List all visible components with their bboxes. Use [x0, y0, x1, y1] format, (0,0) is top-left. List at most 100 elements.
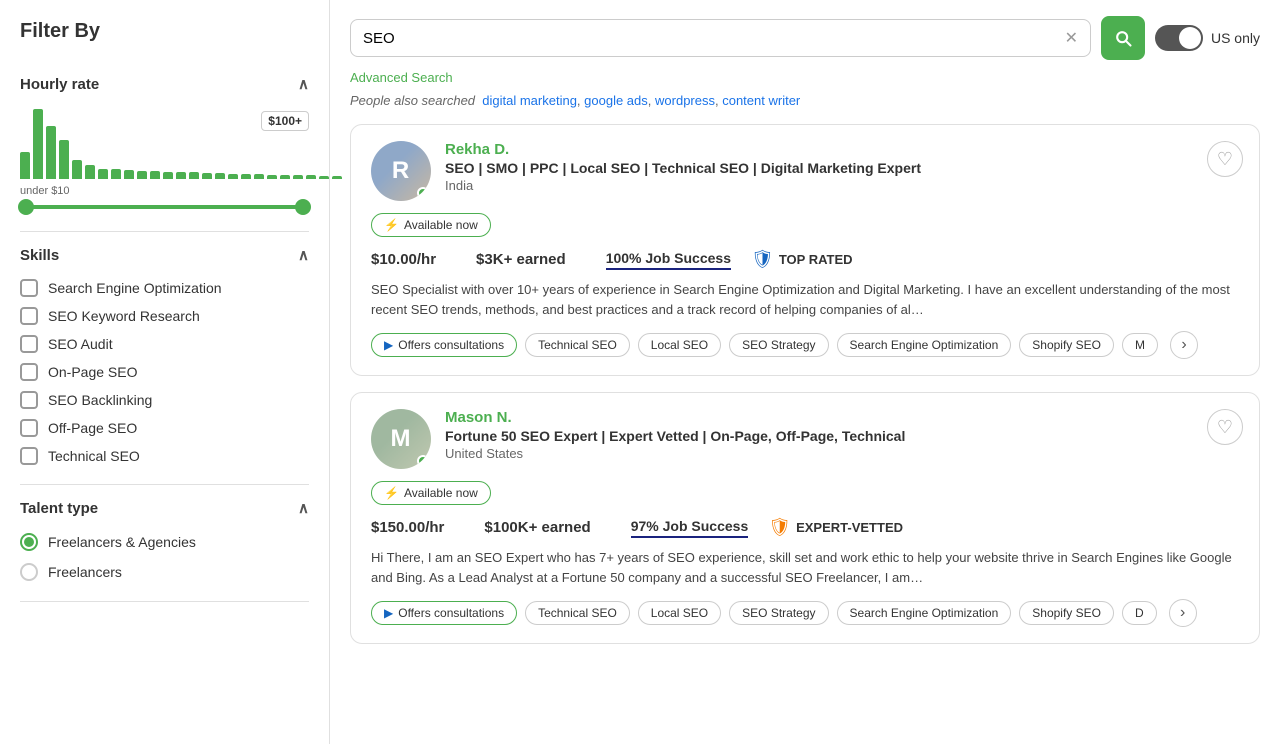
skill-checkbox[interactable] [20, 307, 38, 325]
avatar: R [371, 141, 431, 201]
skill-tag[interactable]: Technical SEO [525, 333, 630, 357]
advanced-search-link[interactable]: Advanced Search [350, 70, 1260, 85]
tags-row: ▶ Offers consultations Technical SEO Loca… [371, 599, 1239, 627]
top-rated-badge: 🛡 TOP RATED [751, 249, 853, 270]
us-only-label: US only [1211, 30, 1260, 46]
skill-item[interactable]: Technical SEO [20, 442, 309, 470]
skills-list: Search Engine Optimization SEO Keyword R… [20, 274, 309, 470]
talent-type-label: Talent type [20, 500, 98, 517]
skill-tag[interactable]: Local SEO [638, 601, 721, 625]
chart-bar [163, 172, 173, 179]
suggestion-link[interactable]: digital marketing [482, 93, 577, 108]
skill-checkbox[interactable] [20, 391, 38, 409]
chart-bar [98, 169, 108, 179]
skill-tag[interactable]: Search Engine Optimization [837, 333, 1012, 357]
talent-type-option-label: Freelancers & Agencies [48, 534, 196, 550]
talent-list: Freelancers & Agencies Freelancers [20, 527, 309, 587]
chart-bar [150, 171, 160, 179]
skill-item[interactable]: SEO Audit [20, 330, 309, 358]
toggle-wrap: US only [1155, 25, 1260, 51]
skill-item[interactable]: SEO Keyword Research [20, 302, 309, 330]
skill-label: SEO Keyword Research [48, 308, 200, 324]
save-button[interactable]: ♡ [1207, 141, 1243, 177]
card-header: R Rekha D. SEO | SMO | PPC | Local SEO |… [371, 141, 1239, 201]
radio-button[interactable] [20, 533, 38, 551]
skill-item[interactable]: On-Page SEO [20, 358, 309, 386]
suggestion-link[interactable]: google ads [584, 93, 648, 108]
skills-label: Skills [20, 247, 59, 264]
freelancer-name[interactable]: Mason N. [445, 409, 1239, 426]
skill-label: Off-Page SEO [48, 420, 137, 436]
talent-type-header[interactable]: Talent type ∧ [20, 499, 309, 517]
skill-checkbox[interactable] [20, 279, 38, 297]
clear-icon[interactable]: ✕ [1065, 28, 1078, 48]
hourly-rate-stat: $150.00/hr [371, 519, 444, 536]
consultation-tag[interactable]: ▶ Offers consultations [371, 333, 517, 357]
skill-tag[interactable]: Search Engine Optimization [837, 601, 1012, 625]
freelancer-info: Rekha D. SEO | SMO | PPC | Local SEO | T… [445, 141, 1239, 193]
suggestion-link[interactable]: wordpress [655, 93, 715, 108]
search-input[interactable] [363, 30, 1065, 47]
skill-checkbox[interactable] [20, 335, 38, 353]
sidebar-title: Filter By [20, 20, 309, 43]
skills-header[interactable]: Skills ∧ [20, 246, 309, 264]
skill-tag[interactable]: Technical SEO [525, 601, 630, 625]
skill-checkbox[interactable] [20, 447, 38, 465]
hourly-rate-stat: $10.00/hr [371, 251, 436, 268]
earned-stat: $3K+ earned [476, 251, 566, 268]
range-slider[interactable] [20, 205, 309, 209]
skill-label: SEO Audit [48, 336, 113, 352]
job-success-stat: 97% Job Success [631, 518, 749, 538]
radio-button[interactable] [20, 563, 38, 581]
toggle-knob [1179, 27, 1201, 49]
skill-checkbox[interactable] [20, 363, 38, 381]
skill-tag[interactable]: Shopify SEO [1019, 333, 1114, 357]
chart-bar [241, 174, 251, 179]
skill-tag[interactable]: M [1122, 333, 1158, 357]
consultation-tag[interactable]: ▶ Offers consultations [371, 601, 517, 625]
chart-bar [215, 173, 225, 179]
save-button[interactable]: ♡ [1207, 409, 1243, 445]
cards-container: R Rekha D. SEO | SMO | PPC | Local SEO |… [350, 124, 1260, 644]
skill-item[interactable]: SEO Backlinking [20, 386, 309, 414]
chart-bar [228, 174, 238, 179]
skill-label: On-Page SEO [48, 364, 138, 380]
freelancer-location: India [445, 178, 1239, 193]
freelancer-name[interactable]: Rekha D. [445, 141, 1239, 158]
skill-tag[interactable]: Local SEO [638, 333, 721, 357]
stats-row: $150.00/hr $100K+ earned 97% Job Success… [371, 517, 1239, 538]
hourly-rate-header[interactable]: Hourly rate ∧ [20, 75, 309, 93]
chart-bar [267, 175, 277, 179]
skills-section: Skills ∧ Search Engine Optimization SEO … [20, 232, 309, 485]
skill-checkbox[interactable] [20, 419, 38, 437]
earned-stat: $100K+ earned [484, 519, 590, 536]
skill-item[interactable]: Off-Page SEO [20, 414, 309, 442]
skill-label: Search Engine Optimization [48, 280, 222, 296]
search-button[interactable] [1101, 16, 1145, 60]
skill-item[interactable]: Search Engine Optimization [20, 274, 309, 302]
talent-item[interactable]: Freelancers [20, 557, 309, 587]
freelancer-title: Fortune 50 SEO Expert | Expert Vetted | … [445, 428, 1239, 444]
skill-tag[interactable]: D [1122, 601, 1157, 625]
us-only-toggle[interactable] [1155, 25, 1203, 51]
skill-tag[interactable]: Shopify SEO [1019, 601, 1114, 625]
freelancer-description: Hi There, I am an SEO Expert who has 7+ … [371, 548, 1239, 587]
badge-expert-icon: 🛡 [768, 517, 791, 538]
availability-badge: ⚡ Available now [371, 481, 491, 505]
skill-label: Technical SEO [48, 448, 140, 464]
badge-label: TOP RATED [779, 252, 853, 267]
skill-tag[interactable]: SEO Strategy [729, 601, 828, 625]
search-suggestions: digital marketing, google ads, wordpress… [482, 93, 800, 108]
badge-shield-icon: 🛡 [751, 249, 774, 270]
lightning-icon: ⚡ [384, 486, 399, 500]
online-indicator [417, 187, 429, 199]
more-tags-button[interactable]: › [1170, 331, 1198, 359]
avatar: M [371, 409, 431, 469]
search-input-wrap: ✕ [350, 19, 1091, 57]
lightning-icon: ⚡ [384, 218, 399, 232]
talent-item[interactable]: Freelancers & Agencies [20, 527, 309, 557]
suggestion-link[interactable]: content writer [722, 93, 800, 108]
skill-tag[interactable]: SEO Strategy [729, 333, 828, 357]
chart-bar [306, 175, 316, 179]
more-tags-button[interactable]: › [1169, 599, 1197, 627]
